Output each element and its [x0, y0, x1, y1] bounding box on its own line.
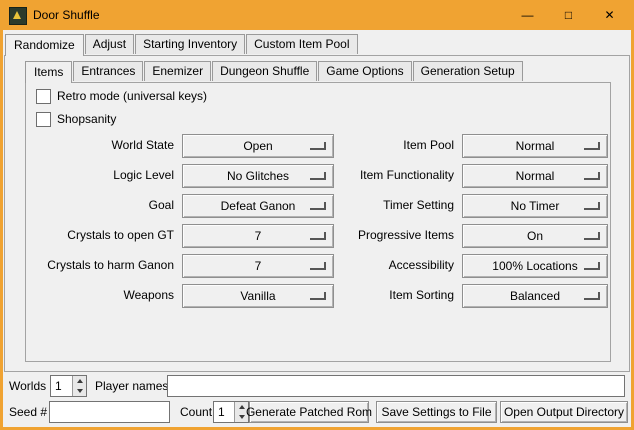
items-panel: Retro mode (universal keys) Shopsanity W…: [25, 82, 611, 362]
item-functionality-label: Item Functionality: [314, 164, 454, 186]
tab-game-options[interactable]: Game Options: [318, 61, 411, 81]
accessibility-label: Accessibility: [314, 254, 454, 276]
menu-indicator-icon: [584, 142, 600, 150]
dropdown-value: Normal: [516, 169, 555, 183]
dropdown-value: Normal: [516, 139, 555, 153]
arrow-up-icon: [77, 379, 83, 383]
shopsanity-checkbox[interactable]: [36, 112, 51, 127]
tab-dungeon-shuffle[interactable]: Dungeon Shuffle: [212, 61, 317, 81]
sub-tab-bar: Items Entrances Enemizer Dungeon Shuffle…: [25, 60, 524, 83]
window-controls: — □ ✕: [507, 1, 630, 29]
weapons-dropdown[interactable]: Vanilla: [182, 284, 334, 308]
app-window: Door Shuffle — □ ✕ Randomize Adjust Star…: [0, 0, 634, 430]
player-names-label: Player names: [95, 375, 168, 397]
title-bar[interactable]: Door Shuffle — □ ✕: [0, 0, 634, 30]
world-state-dropdown[interactable]: Open: [182, 134, 334, 158]
triforce-icon: [13, 11, 21, 19]
maximize-button[interactable]: □: [548, 1, 589, 29]
menu-indicator-icon: [584, 292, 600, 300]
dropdown-value: 7: [255, 229, 262, 243]
crystals-ganon-dropdown[interactable]: 7: [182, 254, 334, 278]
tab-enemizer[interactable]: Enemizer: [144, 61, 211, 81]
timer-setting-dropdown[interactable]: No Timer: [462, 194, 608, 218]
goal-dropdown[interactable]: Defeat Ganon: [182, 194, 334, 218]
randomize-panel: Items Entrances Enemizer Dungeon Shuffle…: [4, 55, 630, 372]
open-output-button[interactable]: Open Output Directory: [500, 401, 628, 423]
worlds-label: Worlds: [9, 375, 46, 397]
minimize-button[interactable]: —: [507, 1, 548, 29]
menu-indicator-icon: [584, 262, 600, 270]
goal-label: Goal: [26, 194, 174, 216]
dropdown-value: No Timer: [511, 199, 560, 213]
item-pool-dropdown[interactable]: Normal: [462, 134, 608, 158]
tab-adjust[interactable]: Adjust: [85, 34, 134, 54]
arrow-down-icon: [239, 415, 245, 419]
item-sorting-dropdown[interactable]: Balanced: [462, 284, 608, 308]
dropdown-value: On: [527, 229, 543, 243]
count-value: 1: [218, 405, 225, 419]
item-pool-label: Item Pool: [314, 134, 454, 156]
app-icon: [9, 7, 27, 25]
crystals-gt-dropdown[interactable]: 7: [182, 224, 334, 248]
dropdown-value: Vanilla: [240, 289, 275, 303]
crystals-ganon-label: Crystals to harm Ganon: [26, 254, 174, 276]
timer-setting-label: Timer Setting: [314, 194, 454, 216]
tab-randomize[interactable]: Randomize: [5, 34, 84, 56]
retro-mode-checkbox[interactable]: [36, 89, 51, 104]
dropdown-value: No Glitches: [227, 169, 289, 183]
worlds-spinbox[interactable]: 1: [50, 375, 87, 397]
tab-entrances[interactable]: Entrances: [73, 61, 143, 81]
tab-generation-setup[interactable]: Generation Setup: [413, 61, 523, 81]
crystals-gt-label: Crystals to open GT: [26, 224, 174, 246]
dropdown-value: Defeat Ganon: [221, 199, 296, 213]
logic-level-dropdown[interactable]: No Glitches: [182, 164, 334, 188]
arrow-down-icon: [77, 389, 83, 393]
shopsanity-label: Shopsanity: [57, 112, 116, 126]
close-button[interactable]: ✕: [589, 1, 630, 29]
dropdown-value: Open: [243, 139, 272, 153]
seed-label: Seed #: [9, 401, 47, 423]
arrow-up-icon: [239, 405, 245, 409]
shopsanity-row: Shopsanity: [36, 111, 116, 127]
worlds-value: 1: [55, 379, 62, 393]
progressive-items-label: Progressive Items: [314, 224, 454, 246]
world-state-label: World State: [26, 134, 174, 156]
item-functionality-dropdown[interactable]: Normal: [462, 164, 608, 188]
tab-items[interactable]: Items: [25, 61, 72, 83]
logic-level-label: Logic Level: [26, 164, 174, 186]
generate-rom-button[interactable]: Generate Patched Rom: [249, 401, 369, 423]
retro-mode-label: Retro mode (universal keys): [57, 89, 207, 103]
tab-custom-item-pool[interactable]: Custom Item Pool: [246, 34, 357, 54]
save-settings-button[interactable]: Save Settings to File: [376, 401, 497, 423]
weapons-label: Weapons: [26, 284, 174, 306]
tab-starting-inventory[interactable]: Starting Inventory: [135, 34, 245, 54]
count-spinbox[interactable]: 1: [213, 401, 249, 423]
menu-indicator-icon: [584, 172, 600, 180]
dropdown-value: Balanced: [510, 289, 560, 303]
dropdown-value: 7: [255, 259, 262, 273]
seed-input[interactable]: [49, 401, 170, 423]
menu-indicator-icon: [584, 202, 600, 210]
worlds-spin-down-button[interactable]: [72, 386, 86, 396]
window-title: Door Shuffle: [33, 8, 100, 22]
window-content: Randomize Adjust Starting Inventory Cust…: [3, 30, 631, 427]
count-label: Count: [180, 401, 212, 423]
accessibility-dropdown[interactable]: 100% Locations: [462, 254, 608, 278]
menu-indicator-icon: [584, 232, 600, 240]
dropdown-value: 100% Locations: [492, 259, 577, 273]
main-tab-bar: Randomize Adjust Starting Inventory Cust…: [5, 33, 359, 56]
item-sorting-label: Item Sorting: [314, 284, 454, 306]
player-names-input[interactable]: [167, 375, 625, 397]
progressive-items-dropdown[interactable]: On: [462, 224, 608, 248]
retro-mode-row: Retro mode (universal keys): [36, 88, 207, 104]
